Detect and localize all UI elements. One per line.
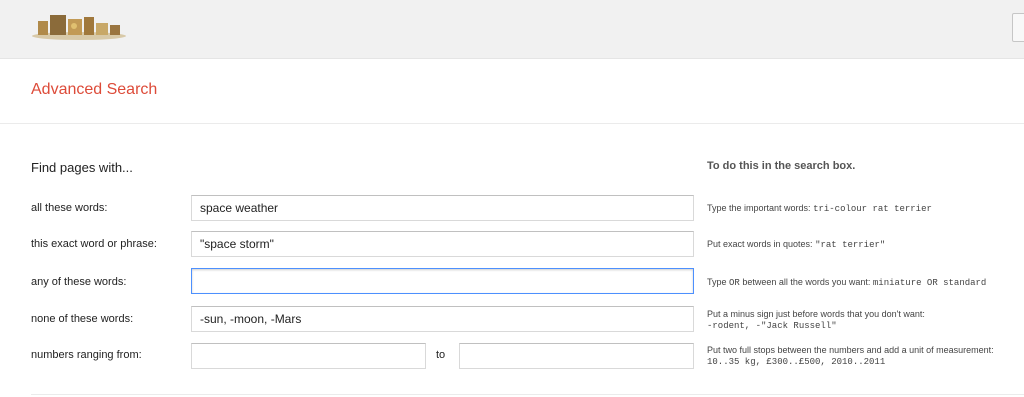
title-row: Advanced Search: [0, 59, 1024, 124]
numbers-range-label: numbers ranging from:: [31, 349, 142, 361]
divider: [31, 394, 1024, 395]
exact-phrase-input[interactable]: [191, 231, 694, 257]
top-bar: [0, 0, 1024, 59]
none-words-label: none of these words:: [31, 313, 134, 325]
any-words-input[interactable]: [191, 268, 694, 294]
any-words-label: any of these words:: [31, 276, 127, 288]
find-pages-heading: Find pages with...: [31, 160, 133, 175]
help-heading: To do this in the search box.: [707, 160, 856, 172]
apps-button[interactable]: [1012, 13, 1024, 42]
none-words-help: Put a minus sign just before words that …: [707, 309, 925, 332]
exact-phrase-help: Put exact words in quotes: "rat terrier": [707, 239, 886, 250]
numbers-range-help: Put two full stops between the numbers a…: [707, 345, 994, 368]
all-words-label: all these words:: [31, 202, 108, 214]
range-from-input[interactable]: [191, 343, 426, 369]
numbers-range-help-example: 10..35 kg, £300..£500, 2010..2011: [707, 357, 886, 367]
google-doodle-logo-icon[interactable]: [30, 11, 128, 41]
range-to-input[interactable]: [459, 343, 694, 369]
all-words-input[interactable]: [191, 195, 694, 221]
none-words-input[interactable]: [191, 306, 694, 332]
exact-phrase-label: this exact word or phrase:: [31, 238, 157, 250]
none-words-help-text: Put a minus sign just before words that …: [707, 309, 925, 319]
none-words-help-example: -rodent, -"Jack Russell": [707, 321, 837, 331]
range-to-label: to: [436, 349, 446, 361]
page-title: Advanced Search: [31, 81, 158, 98]
any-words-help: Type OR between all the words you want: …: [707, 277, 987, 288]
numbers-range-help-text: Put two full stops between the numbers a…: [707, 345, 994, 355]
all-words-help: Type the important words: tri-colour rat…: [707, 203, 932, 214]
